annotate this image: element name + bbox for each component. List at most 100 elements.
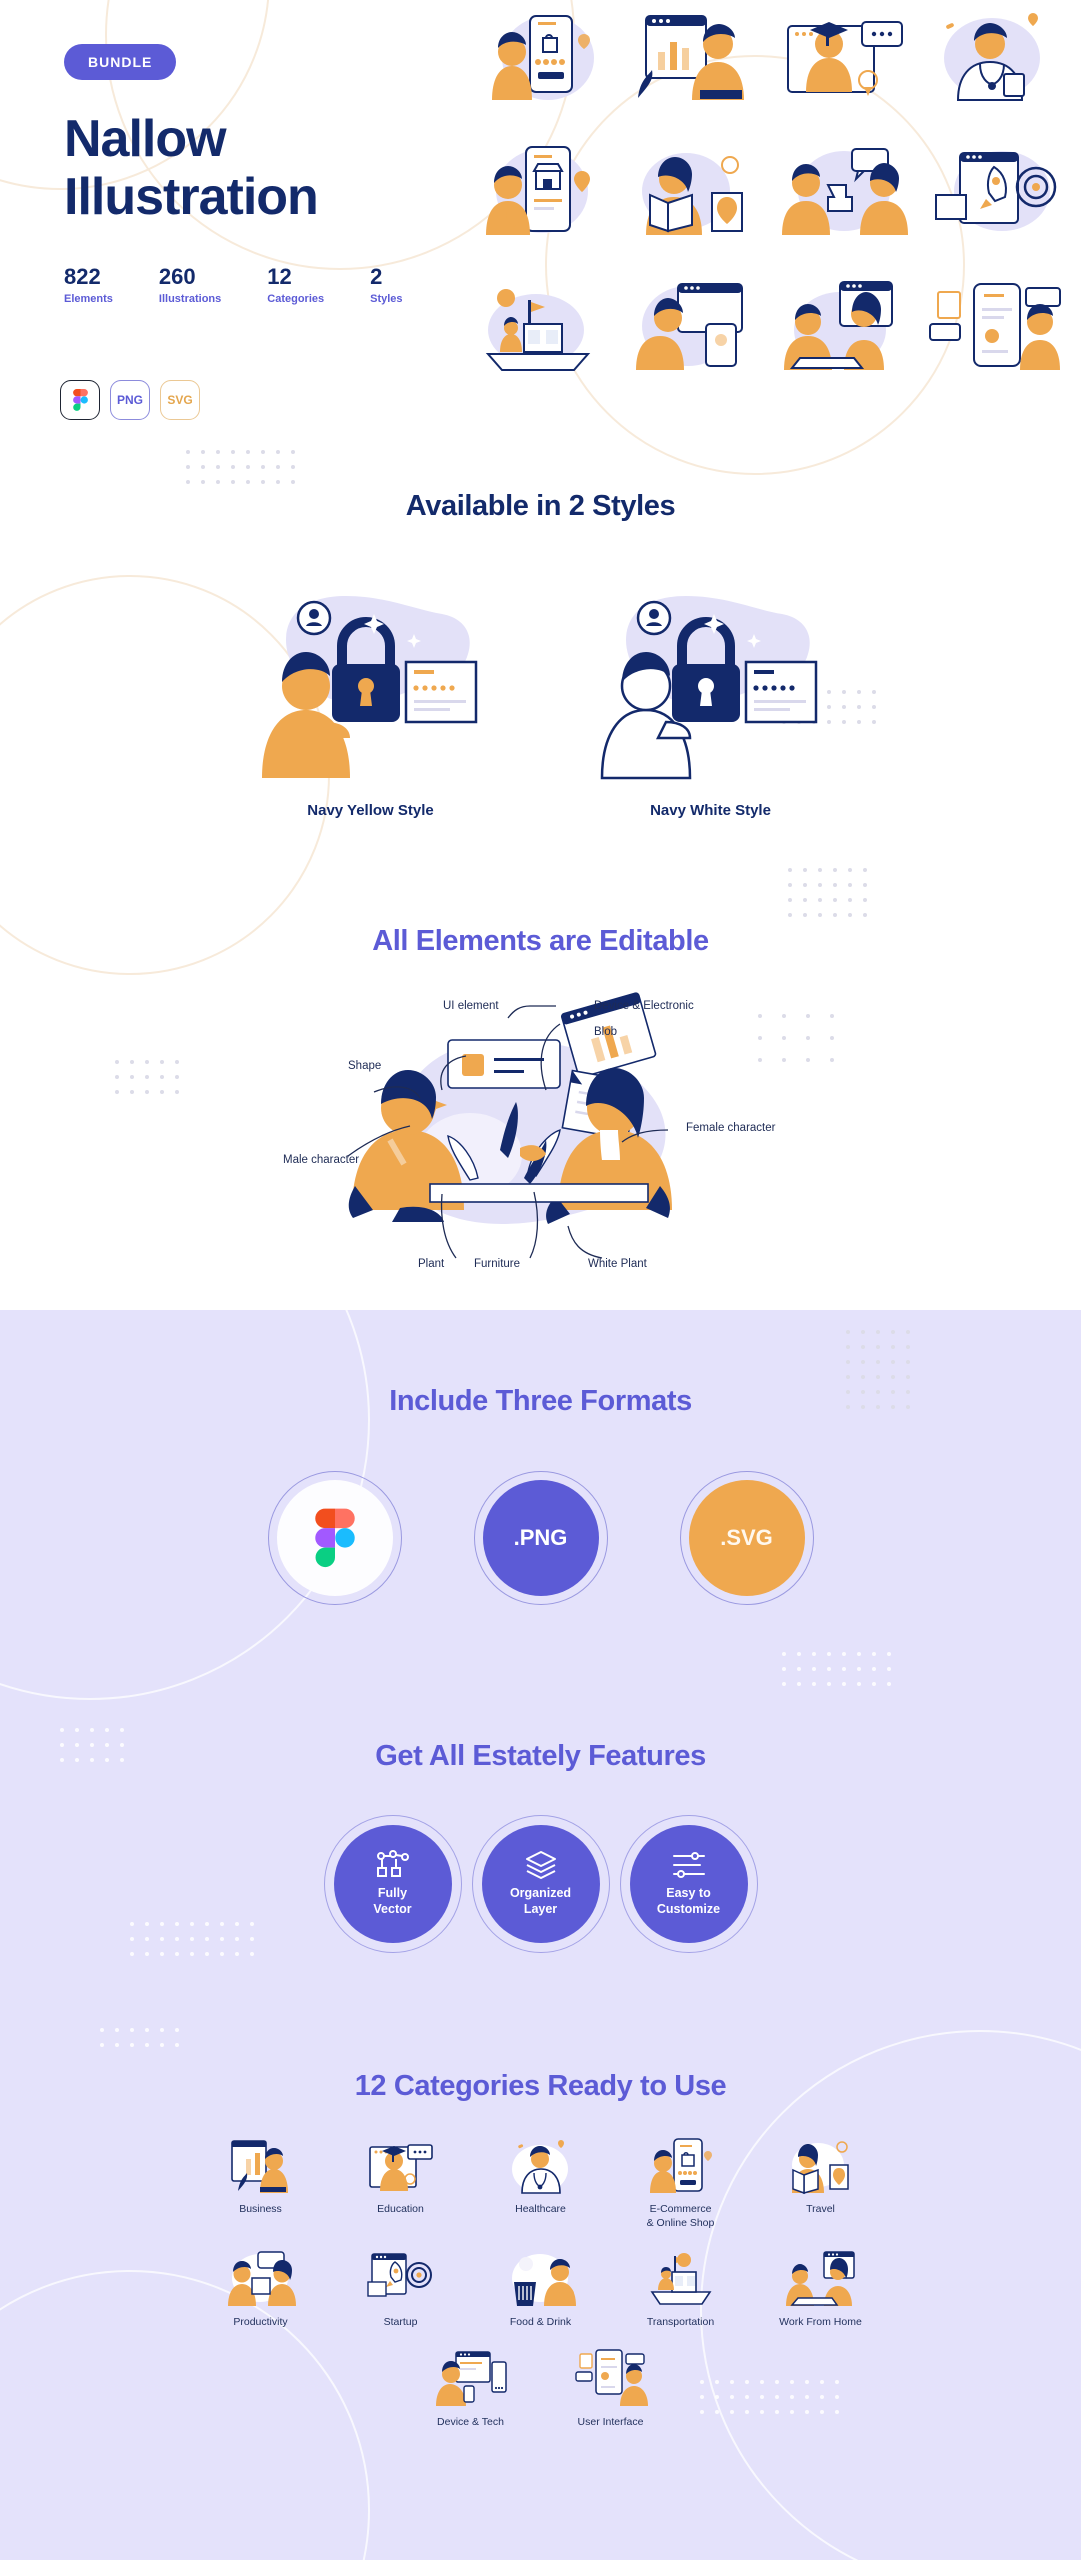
stat-value: 12 xyxy=(267,264,292,289)
annotation-white-plant: White Plant xyxy=(588,1258,647,1270)
style-label: Navy White Style xyxy=(650,802,771,819)
category-label: Travel xyxy=(806,2203,835,2215)
illustration-travel xyxy=(620,143,770,238)
category-label: Business xyxy=(239,2203,282,2215)
category-user-interface[interactable]: User Interface xyxy=(556,2348,666,2430)
style-card-navy-white: Navy White Style xyxy=(596,590,826,819)
category-label: E-Commerce & Online Shop xyxy=(646,2203,715,2229)
bundle-badge: BUNDLE xyxy=(64,44,177,80)
illustration-healthcare xyxy=(920,8,1070,103)
category-icon-ecommerce xyxy=(644,2135,718,2197)
title-line-1: Nallow xyxy=(64,110,227,168)
annotation-ui-element: UI element xyxy=(443,1000,499,1012)
category-education[interactable]: Education xyxy=(346,2135,456,2230)
category-label: Startup xyxy=(383,2316,418,2329)
style-cards-row: Navy Yellow Style Navy White Style xyxy=(0,590,1081,819)
page-title: Nallow Illustration xyxy=(64,110,444,226)
styles-heading: Available in 2 Styles xyxy=(405,490,676,522)
category-icon-travel xyxy=(784,2135,858,2197)
poster-page: BUNDLE Nallow Illustration 822 Elements … xyxy=(0,0,1081,2560)
annotation-device-electronic: Device & Electronic xyxy=(594,1000,694,1012)
format-chip-row: PNG SVG xyxy=(60,380,200,420)
annotation-male-character: Male character xyxy=(283,1154,360,1166)
categories-heading: 12 Categories Ready to Use xyxy=(354,2070,727,2102)
categories-grid: Business Education Healthcare E-Commerce… xyxy=(0,2135,1081,2448)
category-work-from-home[interactable]: Work From Home xyxy=(766,2248,876,2330)
formats-heading: Include Three Formats xyxy=(389,1385,692,1417)
style-illustration-white xyxy=(596,590,826,780)
category-business[interactable]: Business xyxy=(206,2135,316,2230)
editable-heading: All Elements are Editable xyxy=(372,925,709,957)
category-icon-business xyxy=(224,2135,298,2197)
stat-value: 2 xyxy=(370,264,383,289)
feature-circles-row: Fully Vector Organized Layer Easy to Cus… xyxy=(0,1815,1081,1953)
illustration-laptop-work xyxy=(770,278,920,373)
category-label: Healthcare xyxy=(515,2203,566,2215)
category-label: Education xyxy=(377,2203,424,2215)
format-circle-svg[interactable]: .SVG xyxy=(679,1471,814,1605)
style-label: Navy Yellow Style xyxy=(307,802,434,819)
layers-icon xyxy=(525,1851,556,1880)
illustration-education xyxy=(770,8,920,103)
dot-grid xyxy=(782,1652,891,1686)
stat-value: 260 xyxy=(158,264,196,289)
style-card-navy-yellow: Navy Yellow Style xyxy=(256,590,486,819)
category-label: Food & Drink xyxy=(509,2316,572,2329)
illustration-teamwork xyxy=(770,143,920,238)
editable-diagram-art xyxy=(347,992,834,1259)
annotation-furniture: Furniture xyxy=(474,1258,521,1270)
category-travel[interactable]: Travel xyxy=(766,2135,876,2230)
category-food-drink[interactable]: Food & Drink xyxy=(486,2248,596,2330)
figma-icon xyxy=(72,389,88,411)
category-productivity[interactable]: Productivity xyxy=(206,2248,316,2330)
category-ecommerce[interactable]: E-Commerce & Online Shop xyxy=(626,2135,736,2230)
illustration-analytics xyxy=(620,8,770,103)
illustration-online-shop xyxy=(470,143,620,238)
png-chip[interactable]: PNG xyxy=(110,380,150,420)
illustration-transportation xyxy=(470,278,620,373)
sliders-icon xyxy=(672,1852,705,1879)
illustration-mobile-ui xyxy=(920,278,1070,373)
feature-organized-layer[interactable]: Organized Layer xyxy=(471,1815,610,1953)
illustration-ecommerce xyxy=(470,8,620,103)
category-icon-education xyxy=(364,2135,438,2197)
feature-fully-vector[interactable]: Fully Vector xyxy=(323,1815,462,1953)
stat-elements: 822 Elements xyxy=(64,264,113,306)
category-icon-food-drink xyxy=(504,2248,578,2310)
dot-grid xyxy=(788,868,867,917)
stat-categories: 12 Categories xyxy=(267,264,324,305)
stat-illustrations: 260 Illustrations xyxy=(158,264,222,306)
category-startup[interactable]: Startup xyxy=(346,2248,456,2330)
category-healthcare[interactable]: Healthcare xyxy=(486,2135,596,2230)
category-label: User Interface xyxy=(577,2415,644,2428)
category-icon-transportation xyxy=(644,2248,718,2310)
annotation-blob: Blob xyxy=(594,1026,618,1038)
category-icon-device-tech xyxy=(434,2348,508,2410)
svg-chip[interactable]: SVG xyxy=(160,380,200,420)
feature-label: Organized Layer xyxy=(509,1886,572,1916)
vector-node-icon xyxy=(376,1850,409,1878)
stat-styles: 2 Styles xyxy=(370,264,402,305)
editable-diagram: UI element Device & Electronic Blob Shap… xyxy=(0,980,1081,1280)
title-line-2: Illustration xyxy=(64,168,319,227)
figma-icon xyxy=(314,1508,355,1568)
feature-easy-customize[interactable]: Easy to Customize xyxy=(619,1815,758,1953)
format-circle-png[interactable]: .PNG xyxy=(473,1471,608,1605)
style-illustration-yellow xyxy=(256,590,486,780)
feature-label: Easy to Customize xyxy=(656,1886,721,1916)
dot-grid xyxy=(100,2028,179,2047)
figma-chip[interactable] xyxy=(60,380,100,420)
format-circle-figma[interactable] xyxy=(267,1471,402,1605)
categories-row-1: Business Education Healthcare E-Commerce… xyxy=(0,2135,1081,2230)
category-icon-startup xyxy=(364,2248,438,2310)
stat-label: Elements xyxy=(64,293,113,306)
category-icon-work-from-home xyxy=(784,2248,858,2310)
category-transportation[interactable]: Transportation xyxy=(626,2248,736,2330)
stat-label: Illustrations xyxy=(158,293,222,306)
illustration-startup xyxy=(920,143,1070,238)
category-label: Device & Tech xyxy=(437,2415,504,2428)
hero-illustration-grid xyxy=(470,8,1070,373)
category-device-tech[interactable]: Device & Tech xyxy=(416,2348,526,2430)
illustration-video-call xyxy=(620,278,770,373)
stats-row: 822 Elements 260 Illustrations 12 Catego… xyxy=(64,264,403,306)
